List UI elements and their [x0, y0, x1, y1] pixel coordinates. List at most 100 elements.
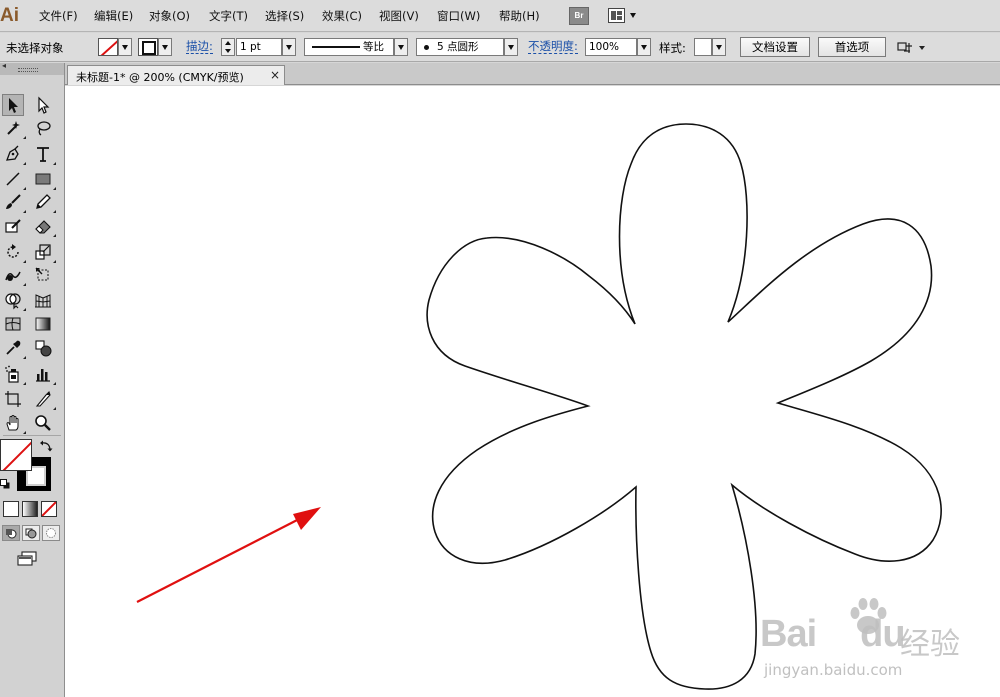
artboard-canvas[interactable]: Bai du 经验 jingyan.baidu.com [65, 86, 1000, 697]
scale-tool[interactable] [32, 241, 56, 263]
shape-builder-tool[interactable] [2, 289, 26, 311]
lasso-tool[interactable] [32, 117, 54, 139]
screen-mode-icon [17, 551, 37, 566]
fill-swatch[interactable] [98, 38, 118, 56]
pen-tool[interactable] [2, 143, 26, 165]
draw-inside-icon [46, 528, 56, 538]
menu-view[interactable]: 视图(V) [379, 8, 419, 26]
menu-file[interactable]: 文件(F) [39, 8, 78, 26]
watermark-text: 经验 [900, 627, 960, 662]
draw-normal-button[interactable] [2, 525, 20, 541]
graphic-style-swatch[interactable] [694, 38, 712, 56]
stroke-weight-field[interactable]: 1 pt [236, 38, 282, 56]
paintbrush-tool[interactable] [2, 191, 26, 213]
direct-selection-tool[interactable] [32, 94, 54, 116]
scale-icon [35, 244, 51, 260]
line-profile-sample [312, 46, 360, 48]
perspective-grid-tool[interactable] [32, 289, 54, 311]
artboard-icon [5, 391, 21, 407]
swap-fill-stroke-button[interactable] [39, 439, 53, 453]
stroke-swatch[interactable] [138, 38, 158, 56]
menu-bar: Ai 文件(F) 编辑(E) 对象(O) 文字(T) 选择(S) 效果(C) 视… [0, 0, 1000, 32]
stroke-weight-spinner[interactable] [221, 38, 235, 56]
slice-knife-icon [35, 390, 51, 407]
menu-object[interactable]: 对象(O) [149, 8, 190, 26]
warp-icon [5, 271, 21, 281]
tools-panel-header[interactable] [0, 61, 64, 75]
zoom-tool[interactable] [32, 412, 54, 434]
fill-color-box[interactable] [0, 439, 32, 471]
gradient-tool[interactable] [32, 313, 54, 335]
preferences-button[interactable]: 首选项 [818, 37, 886, 57]
arrange-documents-button[interactable] [608, 7, 636, 25]
color-mode-button[interactable] [3, 501, 19, 517]
hand-icon [6, 415, 19, 431]
menu-type[interactable]: 文字(T) [209, 8, 248, 26]
graphic-style-dropdown[interactable] [712, 38, 726, 56]
pencil-tool[interactable] [32, 191, 56, 213]
slice-tool[interactable] [32, 388, 56, 410]
opacity-dropdown[interactable] [637, 38, 651, 56]
draw-behind-icon [25, 528, 37, 539]
selection-tool[interactable] [2, 94, 24, 116]
opacity-field[interactable]: 100% [585, 38, 637, 56]
none-mode-button[interactable] [41, 501, 57, 517]
profile-dropdown[interactable] [394, 38, 408, 56]
stroke-weight-dropdown[interactable] [282, 38, 296, 56]
mesh-tool[interactable] [2, 313, 24, 335]
fill-dropdown[interactable] [118, 38, 132, 56]
magic-wand-tool[interactable] [2, 117, 26, 139]
pencil-icon [36, 194, 51, 209]
panel-options-button[interactable] [896, 40, 926, 56]
baidu-watermark: Bai du 经验 jingyan.baidu.com [760, 595, 990, 685]
blob-brush-tool[interactable] [2, 215, 24, 237]
menu-edit[interactable]: 编辑(E) [94, 8, 133, 26]
default-colors-icon [0, 479, 10, 489]
hand-tool[interactable] [2, 412, 26, 434]
eraser-tool[interactable] [32, 215, 56, 237]
eyedropper-tool[interactable] [2, 337, 26, 359]
column-graph-tool[interactable] [32, 363, 56, 385]
menu-select[interactable]: 选择(S) [265, 8, 304, 26]
rotate-tool[interactable] [2, 241, 26, 263]
document-setup-button[interactable]: 文档设置 [740, 37, 810, 57]
menu-help[interactable]: 帮助(H) [499, 8, 540, 26]
brush-definition[interactable]: 5 点圆形 [416, 38, 504, 56]
line-segment-tool[interactable] [2, 168, 26, 190]
annotation-arrow [136, 507, 321, 603]
magnifier-icon [35, 415, 51, 431]
baidu-paw-icon [850, 598, 887, 634]
style-label: 样式: [659, 41, 686, 55]
rectangle-icon [35, 173, 51, 185]
rectangle-tool[interactable] [32, 168, 56, 190]
symbol-sprayer-tool[interactable] [2, 363, 26, 385]
blend-tool[interactable] [32, 337, 54, 359]
free-transform-icon [35, 267, 49, 281]
screen-mode-button[interactable] [16, 550, 38, 568]
brush-dropdown[interactable] [504, 38, 518, 56]
default-fill-stroke-button[interactable] [0, 479, 11, 490]
document-tab[interactable]: 未标题-1* @ 200% (CMYK/预览) × [67, 65, 285, 85]
opacity-link[interactable]: 不透明度: [528, 40, 578, 54]
warp-tool[interactable] [2, 264, 26, 286]
stroke-dropdown[interactable] [158, 38, 172, 56]
arrange-documents-icon [608, 8, 625, 23]
tools-panel [0, 61, 65, 697]
eraser-icon [35, 220, 51, 234]
menu-window[interactable]: 窗口(W) [437, 8, 480, 26]
artboard-tool[interactable] [2, 388, 24, 410]
selection-arrow-icon [9, 98, 18, 113]
free-transform-tool[interactable] [32, 264, 54, 286]
draw-inside-button[interactable] [42, 525, 60, 541]
draw-normal-icon [6, 529, 17, 539]
gradient-mode-button[interactable] [22, 501, 38, 517]
watermark-logo-bai: Bai [760, 613, 817, 655]
menu-effect[interactable]: 效果(C) [322, 8, 362, 26]
stroke-panel-link[interactable]: 描边: [186, 40, 213, 54]
selection-status: 未选择对象 [6, 41, 64, 55]
paintbrush-icon [6, 194, 21, 209]
close-icon[interactable]: × [270, 68, 280, 82]
type-tool[interactable] [32, 143, 56, 165]
draw-behind-button[interactable] [22, 525, 40, 541]
bridge-button[interactable]: Br [569, 7, 589, 25]
